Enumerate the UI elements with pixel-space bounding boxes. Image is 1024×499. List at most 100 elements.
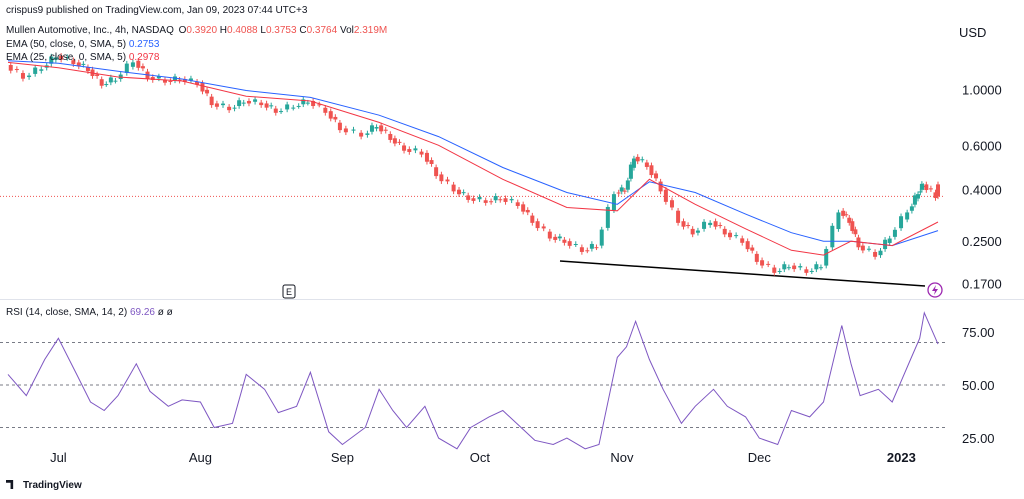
candle-body[interactable]: [644, 162, 649, 167]
candle-body[interactable]: [844, 214, 849, 216]
candle-body[interactable]: [722, 228, 727, 235]
candle-body[interactable]: [899, 216, 904, 229]
candle-body[interactable]: [750, 247, 755, 251]
candle-body[interactable]: [81, 63, 86, 65]
candle-body[interactable]: [818, 267, 823, 269]
candle-body[interactable]: [905, 212, 910, 220]
candle-body[interactable]: [323, 107, 328, 113]
candle-body[interactable]: [509, 199, 514, 201]
candle-body[interactable]: [878, 250, 883, 256]
candle-body[interactable]: [836, 212, 841, 230]
candle-body[interactable]: [99, 79, 104, 86]
candle-body[interactable]: [676, 210, 681, 223]
candle-body[interactable]: [434, 167, 439, 177]
candle-body[interactable]: [892, 229, 897, 237]
candle-body[interactable]: [466, 195, 471, 200]
candle-body[interactable]: [259, 102, 264, 106]
candle-body[interactable]: [227, 106, 232, 111]
candle-body[interactable]: [39, 69, 44, 71]
candle-body[interactable]: [745, 241, 750, 250]
candle-body[interactable]: [622, 190, 627, 192]
candle-body[interactable]: [392, 138, 397, 144]
candle-body[interactable]: [140, 66, 145, 69]
candle-body[interactable]: [786, 267, 791, 269]
candle-body[interactable]: [237, 100, 242, 107]
candle-body[interactable]: [702, 221, 707, 229]
candle-body[interactable]: [291, 107, 296, 109]
candle-body[interactable]: [579, 247, 584, 252]
candle-body[interactable]: [728, 232, 733, 238]
trendline-segment[interactable]: [559, 260, 926, 287]
tradingview-logo[interactable]: TradingView: [6, 480, 82, 491]
candle-body[interactable]: [887, 238, 892, 243]
candle-body[interactable]: [760, 260, 765, 266]
candle-body[interactable]: [616, 192, 621, 194]
candle-body[interactable]: [798, 266, 803, 268]
candle-body[interactable]: [33, 67, 38, 74]
candle-body[interactable]: [333, 116, 338, 120]
ema50-line[interactable]: [7, 60, 939, 247]
candle-body[interactable]: [814, 264, 819, 270]
candle-body[interactable]: [493, 196, 498, 201]
candle-body[interactable]: [866, 248, 871, 250]
candle-body[interactable]: [388, 133, 393, 140]
candle-body[interactable]: [690, 228, 695, 235]
candle-body[interactable]: [635, 156, 640, 162]
candle-body[interactable]: [383, 129, 388, 131]
candle-body[interactable]: [681, 221, 686, 227]
candle-body[interactable]: [113, 80, 118, 82]
candle-body[interactable]: [809, 270, 814, 272]
candle-body[interactable]: [498, 199, 503, 201]
candle-body[interactable]: [305, 102, 310, 104]
candle-body[interactable]: [451, 184, 456, 192]
candle-body[interactable]: [860, 245, 865, 251]
candle-body[interactable]: [708, 222, 713, 226]
candle-body[interactable]: [402, 145, 407, 151]
candle-body[interactable]: [351, 129, 356, 131]
candle-body[interactable]: [873, 251, 878, 257]
candle-body[interactable]: [279, 111, 284, 113]
candle-body[interactable]: [589, 243, 594, 249]
candle-body[interactable]: [445, 179, 450, 182]
candle-body[interactable]: [594, 247, 599, 249]
candle-body[interactable]: [369, 125, 374, 132]
candle-body[interactable]: [649, 165, 654, 176]
ema25-legend[interactable]: EMA (25, close, 0, SMA, 5) 0.2978: [6, 52, 159, 63]
candle-body[interactable]: [296, 105, 301, 107]
candle-body[interactable]: [337, 122, 342, 131]
candle-body[interactable]: [483, 200, 488, 203]
candle-body[interactable]: [246, 100, 251, 104]
candle-body[interactable]: [631, 158, 636, 168]
candle-body[interactable]: [599, 229, 604, 246]
candle-body[interactable]: [663, 189, 668, 202]
candle-body[interactable]: [104, 84, 109, 86]
candle-body[interactable]: [241, 102, 246, 104]
candle-body[interactable]: [562, 239, 567, 243]
candle-body[interactable]: [772, 267, 777, 273]
candle-body[interactable]: [232, 107, 237, 109]
candle-body[interactable]: [477, 197, 482, 200]
earnings-marker[interactable]: E: [282, 284, 296, 299]
ema50-legend[interactable]: EMA (50, close, 0, SMA, 5) 0.2753: [6, 39, 159, 50]
candle-body[interactable]: [585, 250, 590, 252]
candle-body[interactable]: [740, 238, 745, 243]
candle-body[interactable]: [754, 253, 759, 262]
ema25-line[interactable]: [7, 61, 939, 256]
candle-body[interactable]: [766, 263, 771, 265]
candle-body[interactable]: [713, 221, 718, 227]
candle-body[interactable]: [269, 105, 274, 107]
candle-body[interactable]: [168, 81, 173, 83]
candle-body[interactable]: [429, 160, 434, 165]
candle-body[interactable]: [14, 69, 19, 71]
candle-body[interactable]: [777, 270, 782, 272]
candle-body[interactable]: [695, 230, 700, 233]
rsi-legend[interactable]: RSI (14, close, SMA, 14, 2) 69.26 ø ø: [6, 307, 173, 318]
candle-body[interactable]: [489, 201, 494, 203]
candle-body[interactable]: [936, 184, 940, 197]
candle-body[interactable]: [521, 204, 526, 212]
candle-body[interactable]: [909, 206, 914, 211]
symbol-legend[interactable]: Mullen Automotive, Inc., 4h, NASDAQ O0.3…: [6, 25, 387, 36]
candle-body[interactable]: [407, 149, 412, 152]
candle-body[interactable]: [419, 151, 424, 155]
candle-body[interactable]: [471, 198, 476, 201]
